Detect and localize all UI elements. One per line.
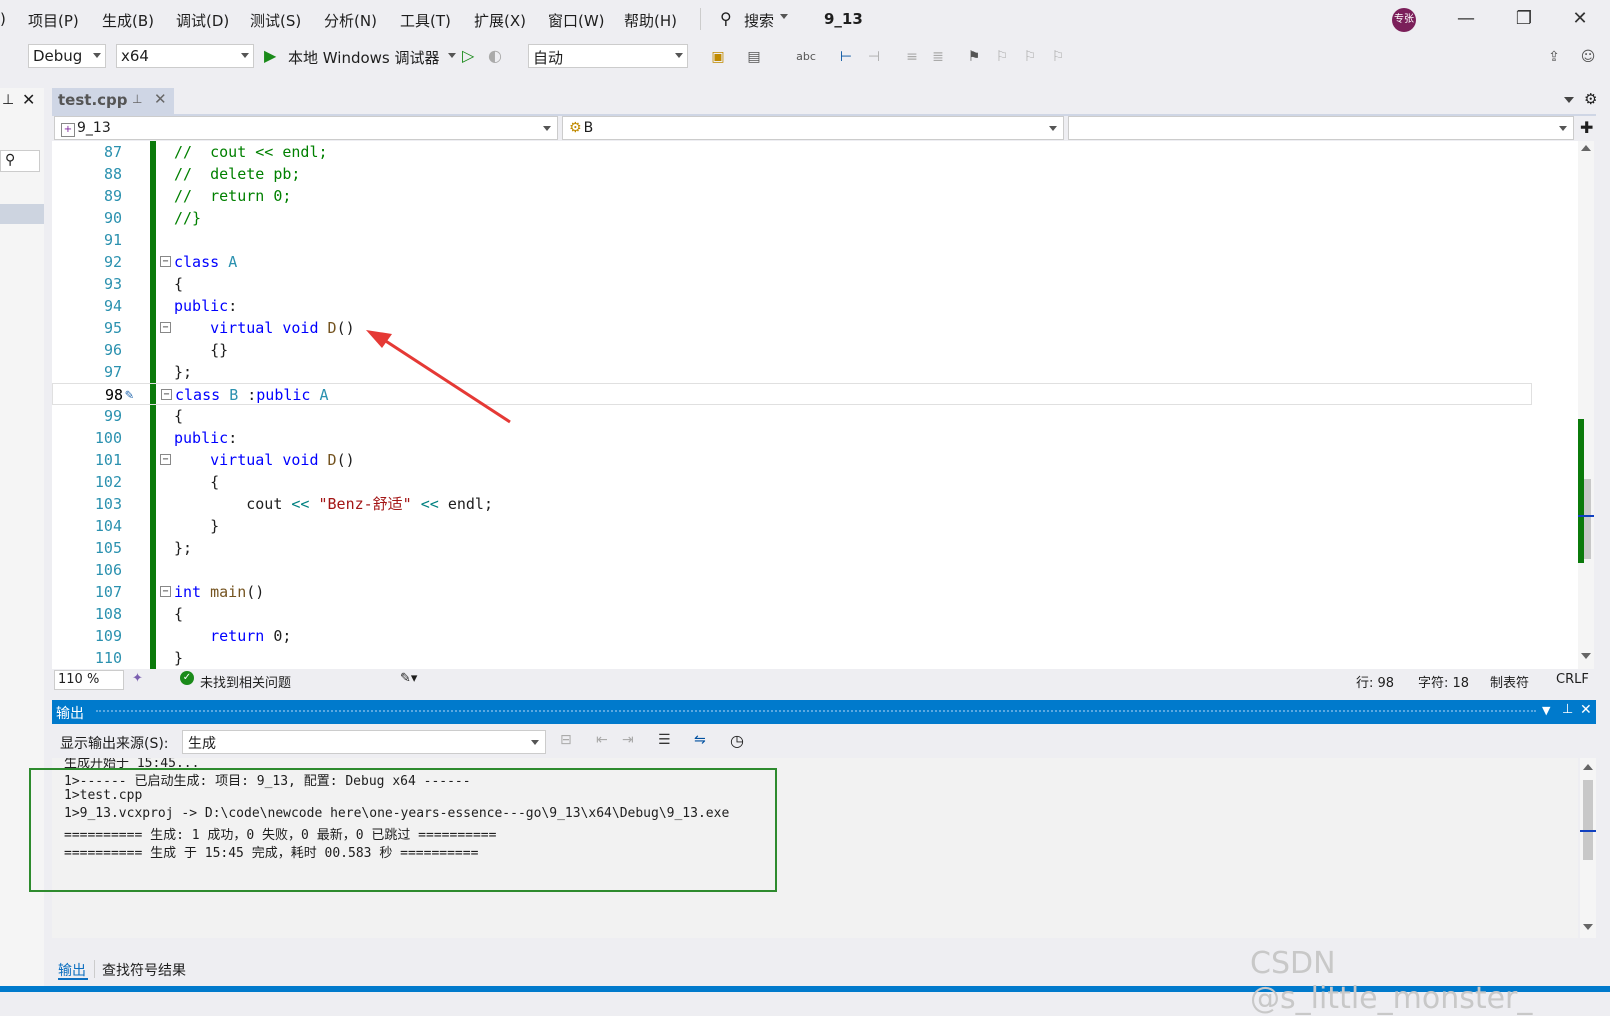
editor-status-row: 110 % ✦ ✓ 未找到相关问题 ✎▾ 行: 98 字符: 18 制表符 CR… — [52, 669, 1589, 691]
char-indicator[interactable]: 字符: 18 — [1418, 672, 1469, 691]
arrow-line — [377, 334, 511, 424]
output-pin-icon[interactable]: ⊥ — [1562, 702, 1573, 717]
tabs-indicator[interactable]: 制表符 — [1490, 672, 1529, 691]
tab-separator — [94, 960, 95, 978]
source-value: 生成 — [188, 736, 216, 752]
output-panel-header: 输出 ▼ ⊥ ✕ — [52, 700, 1596, 724]
watermark: CSDN @s_little_monster_ — [1250, 946, 1533, 1016]
output-options-chevron-icon[interactable]: ▼ — [1542, 704, 1550, 717]
scroll-down-icon[interactable] — [1583, 924, 1593, 930]
clock-icon[interactable]: ◷ — [730, 731, 744, 750]
goto-error-icon[interactable]: ⊟ — [560, 732, 572, 748]
cleanup-icon[interactable]: ✎▾ — [400, 671, 417, 686]
intellicode-icon[interactable]: ✦ — [132, 671, 143, 686]
source-label: 显示输出来源(S): — [60, 736, 169, 752]
tab-find-symbol-results[interactable]: 查找符号结果 — [102, 960, 186, 980]
output-scrollbar[interactable] — [1580, 758, 1596, 938]
drag-handle[interactable] — [96, 710, 1536, 714]
tab-output[interactable]: 输出 — [58, 960, 86, 980]
zoom-value: 110 % — [58, 672, 100, 687]
next-message-icon[interactable]: ⇥ — [622, 732, 634, 748]
prev-message-icon[interactable]: ⇤ — [596, 732, 608, 748]
output-caret-marker — [1580, 830, 1596, 832]
word-wrap-icon[interactable]: ⇋ — [694, 732, 706, 748]
clear-all-icon[interactable]: ☰ — [658, 732, 671, 748]
scroll-up-icon[interactable] — [1583, 764, 1593, 770]
zoom-dropdown[interactable]: 110 % — [54, 670, 124, 690]
arrow-head — [366, 330, 392, 348]
check-icon: ✓ — [180, 671, 194, 685]
output-toolbar: 显示输出来源(S): 生成 ⊟ ⇤ ⇥ ☰ ⇋ ◷ — [52, 726, 1596, 758]
issues-text[interactable]: 未找到相关问题 — [200, 672, 291, 691]
output-title: 输出 — [56, 706, 84, 722]
eol-indicator[interactable]: CRLF — [1556, 672, 1589, 687]
line-indicator[interactable]: 行: 98 — [1356, 672, 1394, 691]
output-scroll-thumb[interactable] — [1583, 780, 1593, 860]
annotation-box — [29, 768, 777, 892]
active-tab-indicator — [58, 978, 88, 980]
source-dropdown[interactable]: 生成 — [182, 730, 546, 754]
output-close-icon[interactable]: ✕ — [1580, 702, 1592, 718]
